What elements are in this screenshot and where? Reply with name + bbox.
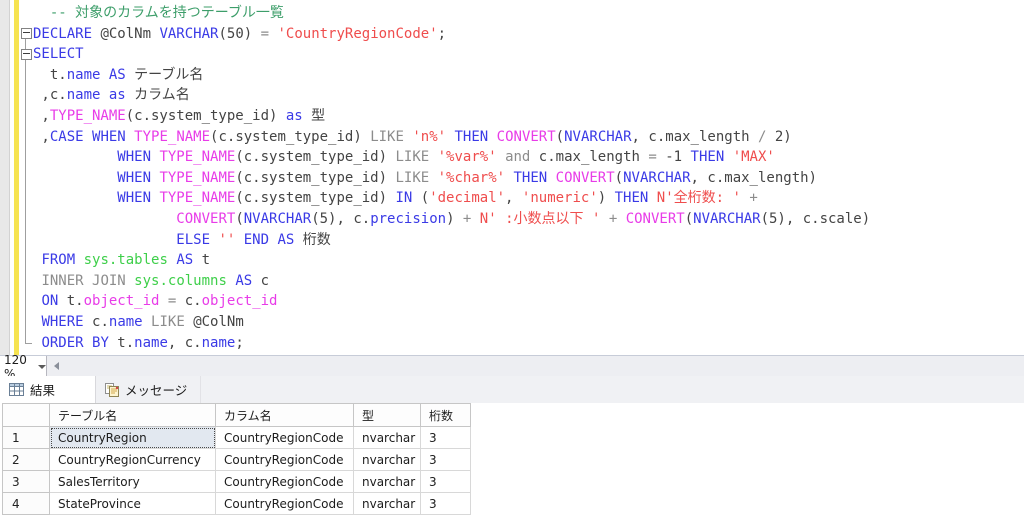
- grid-cell[interactable]: SalesTerritory: [49, 470, 216, 493]
- grid-cell[interactable]: nvarchar: [353, 492, 421, 515]
- collapse-minus-icon[interactable]: [21, 49, 32, 60]
- horizontal-scrollbar[interactable]: [47, 356, 1024, 377]
- code-line[interactable]: ,c.name as カラム名: [33, 85, 1024, 106]
- grid-column-header[interactable]: テーブル名: [49, 403, 216, 427]
- grid-row-number[interactable]: 2: [2, 448, 50, 471]
- editor-bottom-bar: 120 %: [0, 353, 1024, 381]
- code-line[interactable]: WHEN TYPE_NAME(c.system_type_id) LIKE '%…: [33, 168, 1024, 189]
- code-line[interactable]: ORDER BY t.name, c.name;: [33, 333, 1024, 354]
- tab-messages[interactable]: メッセージ: [96, 376, 202, 403]
- outline-line: [25, 39, 26, 49]
- zoom-level-select[interactable]: 120 %: [0, 353, 47, 381]
- grid-column-header[interactable]: カラム名: [215, 403, 354, 427]
- grid-cell[interactable]: 3: [420, 470, 471, 493]
- code-line[interactable]: WHEN TYPE_NAME(c.system_type_id) IN ('de…: [33, 188, 1024, 209]
- grid-cell[interactable]: 3: [420, 448, 471, 471]
- chevron-down-icon: [38, 364, 46, 369]
- table-row: 4 StateProvince CountryRegionCode nvarchar 3: [2, 492, 471, 515]
- grid-cell[interactable]: CountryRegionCode: [215, 426, 354, 449]
- grid-cell[interactable]: CountryRegionCurrency: [49, 448, 216, 471]
- code-line[interactable]: t.name AS テーブル名: [33, 65, 1024, 86]
- table-row: 3 SalesTerritory CountryRegionCode nvarchar…: [2, 470, 471, 493]
- results-pane: テーブル名 カラム名型桁数 1 CountryRegion CountryRegion…: [0, 403, 1024, 518]
- grid-column-header[interactable]: 型: [353, 403, 421, 427]
- code-line[interactable]: WHEN TYPE_NAME(c.system_type_id) LIKE '%…: [33, 147, 1024, 168]
- table-row: 2 CountryRegionCurrency CountryRegionCode n…: [2, 448, 471, 471]
- code-line[interactable]: FROM sys.tables AS t: [33, 250, 1024, 271]
- results-tab-strip: 結果 メッセージ: [0, 376, 1024, 403]
- outline-line: [25, 60, 26, 343]
- grid-cell[interactable]: nvarchar: [353, 426, 421, 449]
- grid-cell[interactable]: 3: [420, 492, 471, 515]
- grid-cell[interactable]: StateProvince: [49, 492, 216, 515]
- code-line[interactable]: DECLARE @ColNm VARCHAR(50) = 'CountryReg…: [33, 24, 1024, 45]
- grid-cell[interactable]: CountryRegion: [49, 426, 216, 449]
- code-line[interactable]: ELSE '' END AS 桁数: [33, 230, 1024, 251]
- grid-cell[interactable]: nvarchar: [353, 448, 421, 471]
- grid-row-number[interactable]: 4: [2, 492, 50, 515]
- code-line[interactable]: -- 対象のカラムを持つテーブル一覧: [33, 3, 1024, 24]
- messages-icon: [105, 382, 120, 397]
- outline-margin: [0, 0, 33, 355]
- code-line[interactable]: INNER JOIN sys.columns AS c: [33, 271, 1024, 292]
- grid-cell[interactable]: nvarchar: [353, 470, 421, 493]
- tab-results-label: 結果: [30, 383, 56, 398]
- tab-results[interactable]: 結果: [0, 376, 97, 403]
- scroll-left-icon[interactable]: [54, 362, 59, 370]
- sql-editor[interactable]: -- 対象のカラムを持つテーブル一覧 DECLARE @ColNm VARCHAR…: [0, 0, 1024, 355]
- grid-cell[interactable]: CountryRegionCode: [215, 448, 354, 471]
- code-lines[interactable]: -- 対象のカラムを持つテーブル一覧 DECLARE @ColNm VARCHAR…: [33, 0, 1024, 355]
- grid-cell[interactable]: CountryRegionCode: [215, 470, 354, 493]
- code-line[interactable]: WHERE c.name LIKE @ColNm: [33, 312, 1024, 333]
- grid-row-number[interactable]: 1: [2, 426, 50, 449]
- table-row: 1 CountryRegion CountryRegionCode nvarchar 3: [2, 426, 471, 449]
- grid-cell[interactable]: 3: [420, 426, 471, 449]
- grid-row-number[interactable]: 3: [2, 470, 50, 493]
- code-line[interactable]: ,TYPE_NAME(c.system_type_id) as 型: [33, 106, 1024, 127]
- grid-cell[interactable]: CountryRegionCode: [215, 492, 354, 515]
- results-grid: テーブル名 カラム名型桁数 1 CountryRegion CountryRegion…: [2, 403, 471, 515]
- code-line[interactable]: CONVERT(NVARCHAR(5), c.precision) + N' :…: [33, 209, 1024, 230]
- grid-corner-cell[interactable]: [2, 403, 50, 427]
- code-line[interactable]: SELECT: [33, 44, 1024, 65]
- outline-line-end: [25, 343, 32, 344]
- grid-header-row: テーブル名 カラム名型桁数: [2, 403, 471, 427]
- results-grid-icon: [9, 383, 24, 396]
- grid-column-header[interactable]: 桁数: [420, 403, 471, 427]
- ssms-query-window: -- 対象のカラムを持つテーブル一覧 DECLARE @ColNm VARCHAR…: [0, 0, 1024, 518]
- code-line[interactable]: ,CASE WHEN TYPE_NAME(c.system_type_id) L…: [33, 127, 1024, 148]
- tab-messages-label: メッセージ: [125, 383, 188, 398]
- collapse-minus-icon[interactable]: [21, 28, 32, 39]
- code-line[interactable]: ON t.object_id = c.object_id: [33, 291, 1024, 312]
